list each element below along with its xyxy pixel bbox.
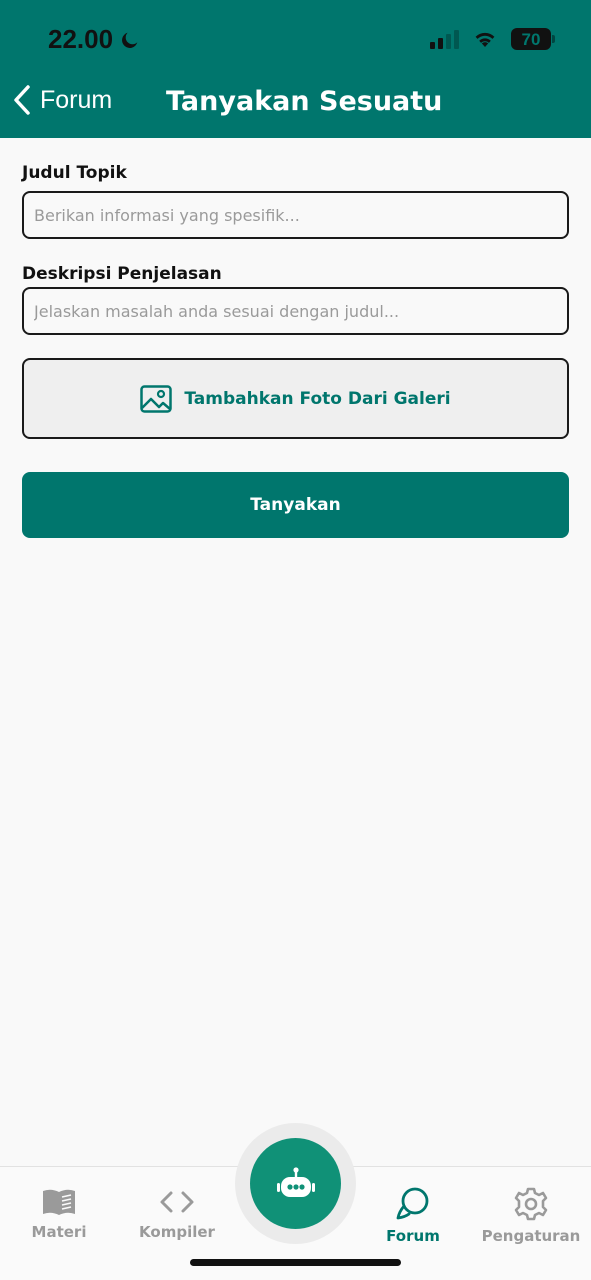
- nav-item-materi[interactable]: Materi: [0, 1187, 118, 1241]
- moon-icon: [122, 32, 138, 48]
- submit-question-button[interactable]: Tanyakan: [22, 472, 569, 538]
- chat-bubbles-icon: [396, 1187, 429, 1220]
- nav-label-materi: Materi: [31, 1223, 87, 1241]
- back-button[interactable]: Forum: [12, 84, 112, 116]
- battery-icon: 70: [511, 28, 555, 50]
- back-label: Forum: [40, 85, 113, 114]
- nav-item-forum[interactable]: Forum: [354, 1187, 472, 1245]
- chatbot-fab-button[interactable]: [250, 1138, 341, 1229]
- home-indicator: [190, 1259, 401, 1266]
- code-icon: [160, 1191, 194, 1213]
- nav-item-kompiler[interactable]: Kompiler: [118, 1187, 236, 1241]
- status-time: 22.00: [48, 24, 141, 55]
- add-photo-button[interactable]: Tambahkan Foto Dari Galeri: [22, 358, 569, 439]
- topic-input[interactable]: [22, 191, 569, 239]
- gear-icon: [514, 1187, 548, 1221]
- topic-label: Judul Topik: [22, 163, 127, 183]
- app-header: 22.00 70 Forum Tanyakan Sesuatu: [0, 0, 591, 138]
- chevron-left-icon: [14, 85, 30, 115]
- page-title: Tanyakan Sesuatu: [166, 86, 443, 117]
- nav-label-pengaturan: Pengaturan: [481, 1227, 581, 1245]
- image-icon: [140, 384, 173, 413]
- cellular-signal-icon: [430, 29, 459, 49]
- description-input[interactable]: [22, 287, 569, 335]
- add-photo-label: Tambahkan Foto Dari Galeri: [184, 388, 451, 409]
- description-label: Deskripsi Penjelasan: [22, 264, 222, 284]
- book-icon: [43, 1189, 75, 1215]
- robot-icon: [276, 1166, 315, 1197]
- nav-label-kompiler: Kompiler: [139, 1223, 215, 1241]
- status-time-text: 22.00: [48, 24, 114, 54]
- nav-label-forum: Forum: [386, 1227, 440, 1245]
- battery-level: 70: [521, 29, 541, 49]
- wifi-icon: [475, 32, 495, 47]
- status-indicators: 70: [430, 28, 555, 50]
- nav-item-pengaturan[interactable]: Pengaturan: [472, 1187, 590, 1245]
